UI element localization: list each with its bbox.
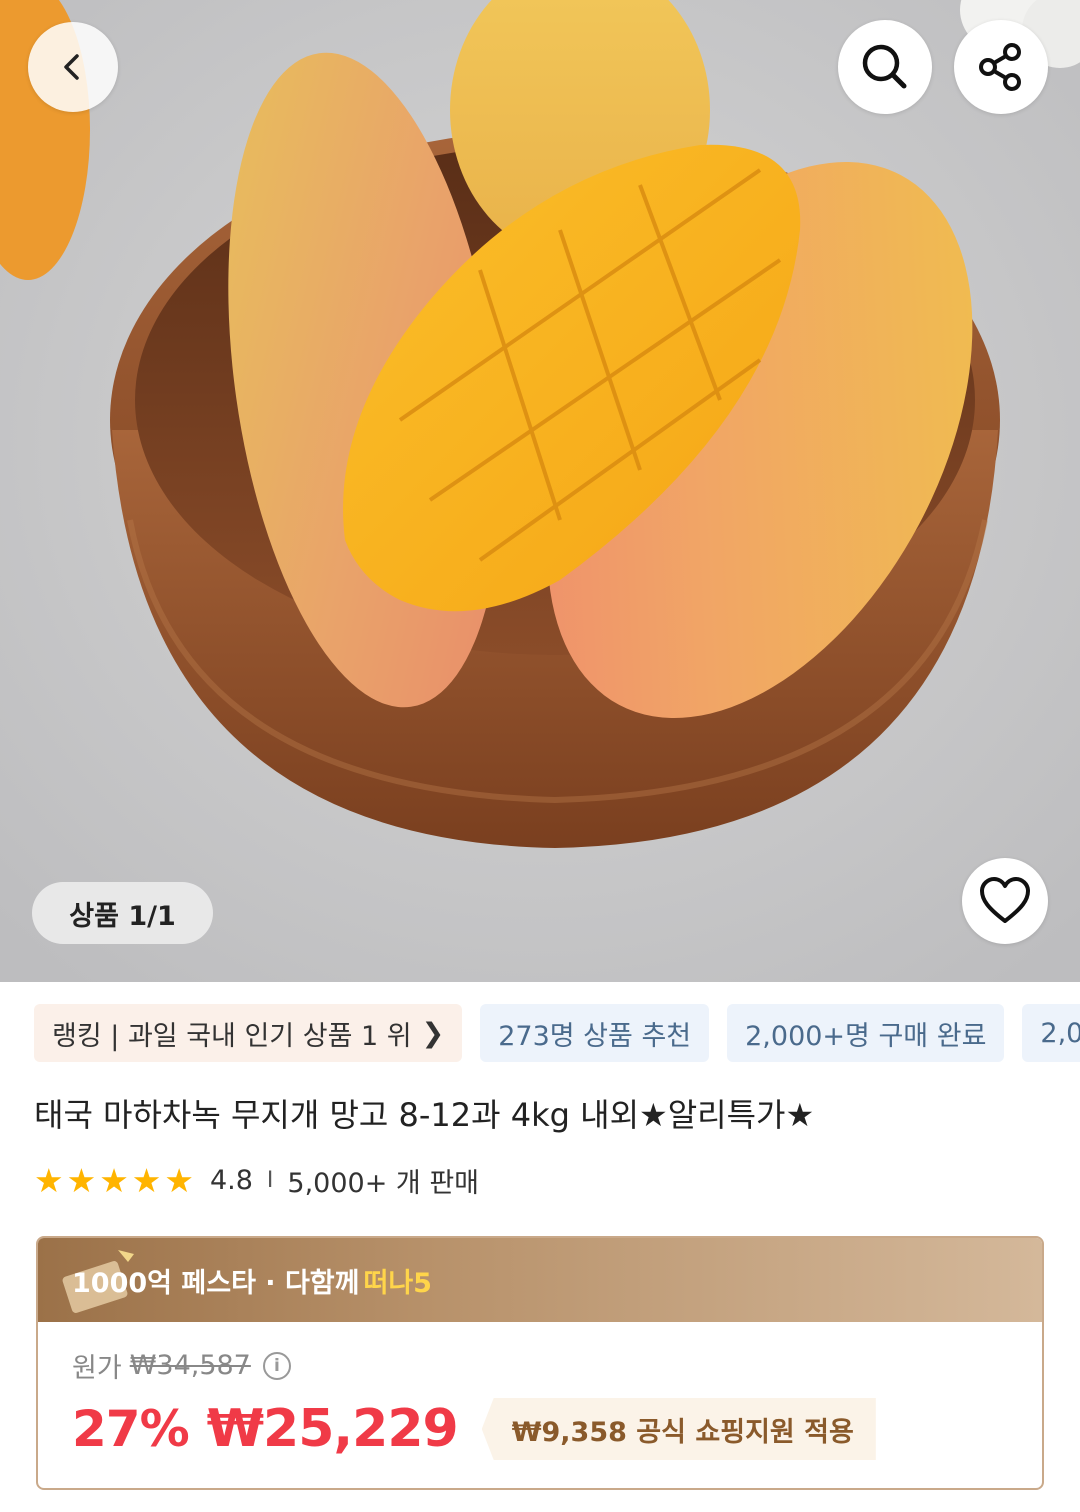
star-icon: ★ <box>131 1160 162 1200</box>
mango-bowl-image <box>0 0 1080 982</box>
star-rating: ★ ★ ★ ★ ★ <box>34 1164 194 1197</box>
discount-rate: 27% <box>72 1400 190 1458</box>
promo-banner-text: 1000억 페스타 · 다함께 떠나5 <box>72 1261 432 1300</box>
product-image[interactable]: 상품 1/1 <box>0 0 1080 982</box>
extra-chip: 2,0 <box>1022 1004 1080 1062</box>
heart-icon <box>980 877 1030 923</box>
rating-value: 4.8 <box>209 1164 253 1196</box>
promo-banner-main: 1000억 페스타 · 다함께 <box>72 1267 360 1299</box>
search-icon <box>862 44 907 89</box>
wishlist-button[interactable] <box>962 858 1048 944</box>
info-icon[interactable]: i <box>262 1351 291 1380</box>
original-price-label: 원가 <box>72 1353 122 1384</box>
star-icon: ★ <box>164 1160 194 1200</box>
share-button[interactable] <box>954 20 1048 114</box>
chevron-right-icon: ❯ <box>421 1017 445 1049</box>
separator: I <box>266 1167 274 1193</box>
ranking-chip-label: 랭킹 | 과일 국내 인기 상품 1 위 <box>52 1020 412 1052</box>
recommend-chip: 273명 상품 추천 <box>480 1004 710 1062</box>
search-button[interactable] <box>838 20 932 114</box>
sale-price-row: 27% ₩25,229 ₩9,358 공식 쇼핑지원 적용 <box>72 1398 876 1460</box>
badge-chips: 랭킹 | 과일 국내 인기 상품 1 위 ❯ 273명 상품 추천 2,000+… <box>34 1004 1080 1062</box>
product-title: 태국 마하차녹 무지개 망고 8-12과 4kg 내외★알리특가★ <box>34 1096 815 1134</box>
purchase-count-chip: 2,000+명 구매 완료 <box>727 1004 1005 1062</box>
share-icon <box>979 43 1021 91</box>
sale-price: ₩25,229 <box>206 1399 459 1459</box>
promo-banner[interactable]: 1000억 페스타 · 다함께 떠나5 <box>38 1238 1042 1322</box>
image-counter: 상품 1/1 <box>32 882 213 944</box>
ranking-chip[interactable]: 랭킹 | 과일 국내 인기 상품 1 위 ❯ <box>34 1004 463 1062</box>
back-arrow-icon <box>64 54 79 80</box>
original-price: ₩34,587 <box>129 1350 251 1381</box>
back-button[interactable] <box>28 22 118 112</box>
sold-count: 5,000+ 개 판매 <box>287 1167 480 1199</box>
promo-banner-accent: 떠나5 <box>363 1267 432 1299</box>
star-icon: ★ <box>34 1160 64 1200</box>
rating-row[interactable]: ★ ★ ★ ★ ★ 4.8 I 5,000+ 개 판매 <box>34 1160 479 1200</box>
star-icon: ★ <box>99 1160 129 1200</box>
price-box: 1000억 페스타 · 다함께 떠나5 원가 ₩34,587 i 27% ₩25,… <box>36 1236 1044 1490</box>
original-price-row: 원가 ₩34,587 i <box>72 1346 291 1385</box>
coupon-badge[interactable]: ₩9,358 공식 쇼핑지원 적용 <box>481 1398 876 1460</box>
star-icon: ★ <box>66 1160 97 1200</box>
